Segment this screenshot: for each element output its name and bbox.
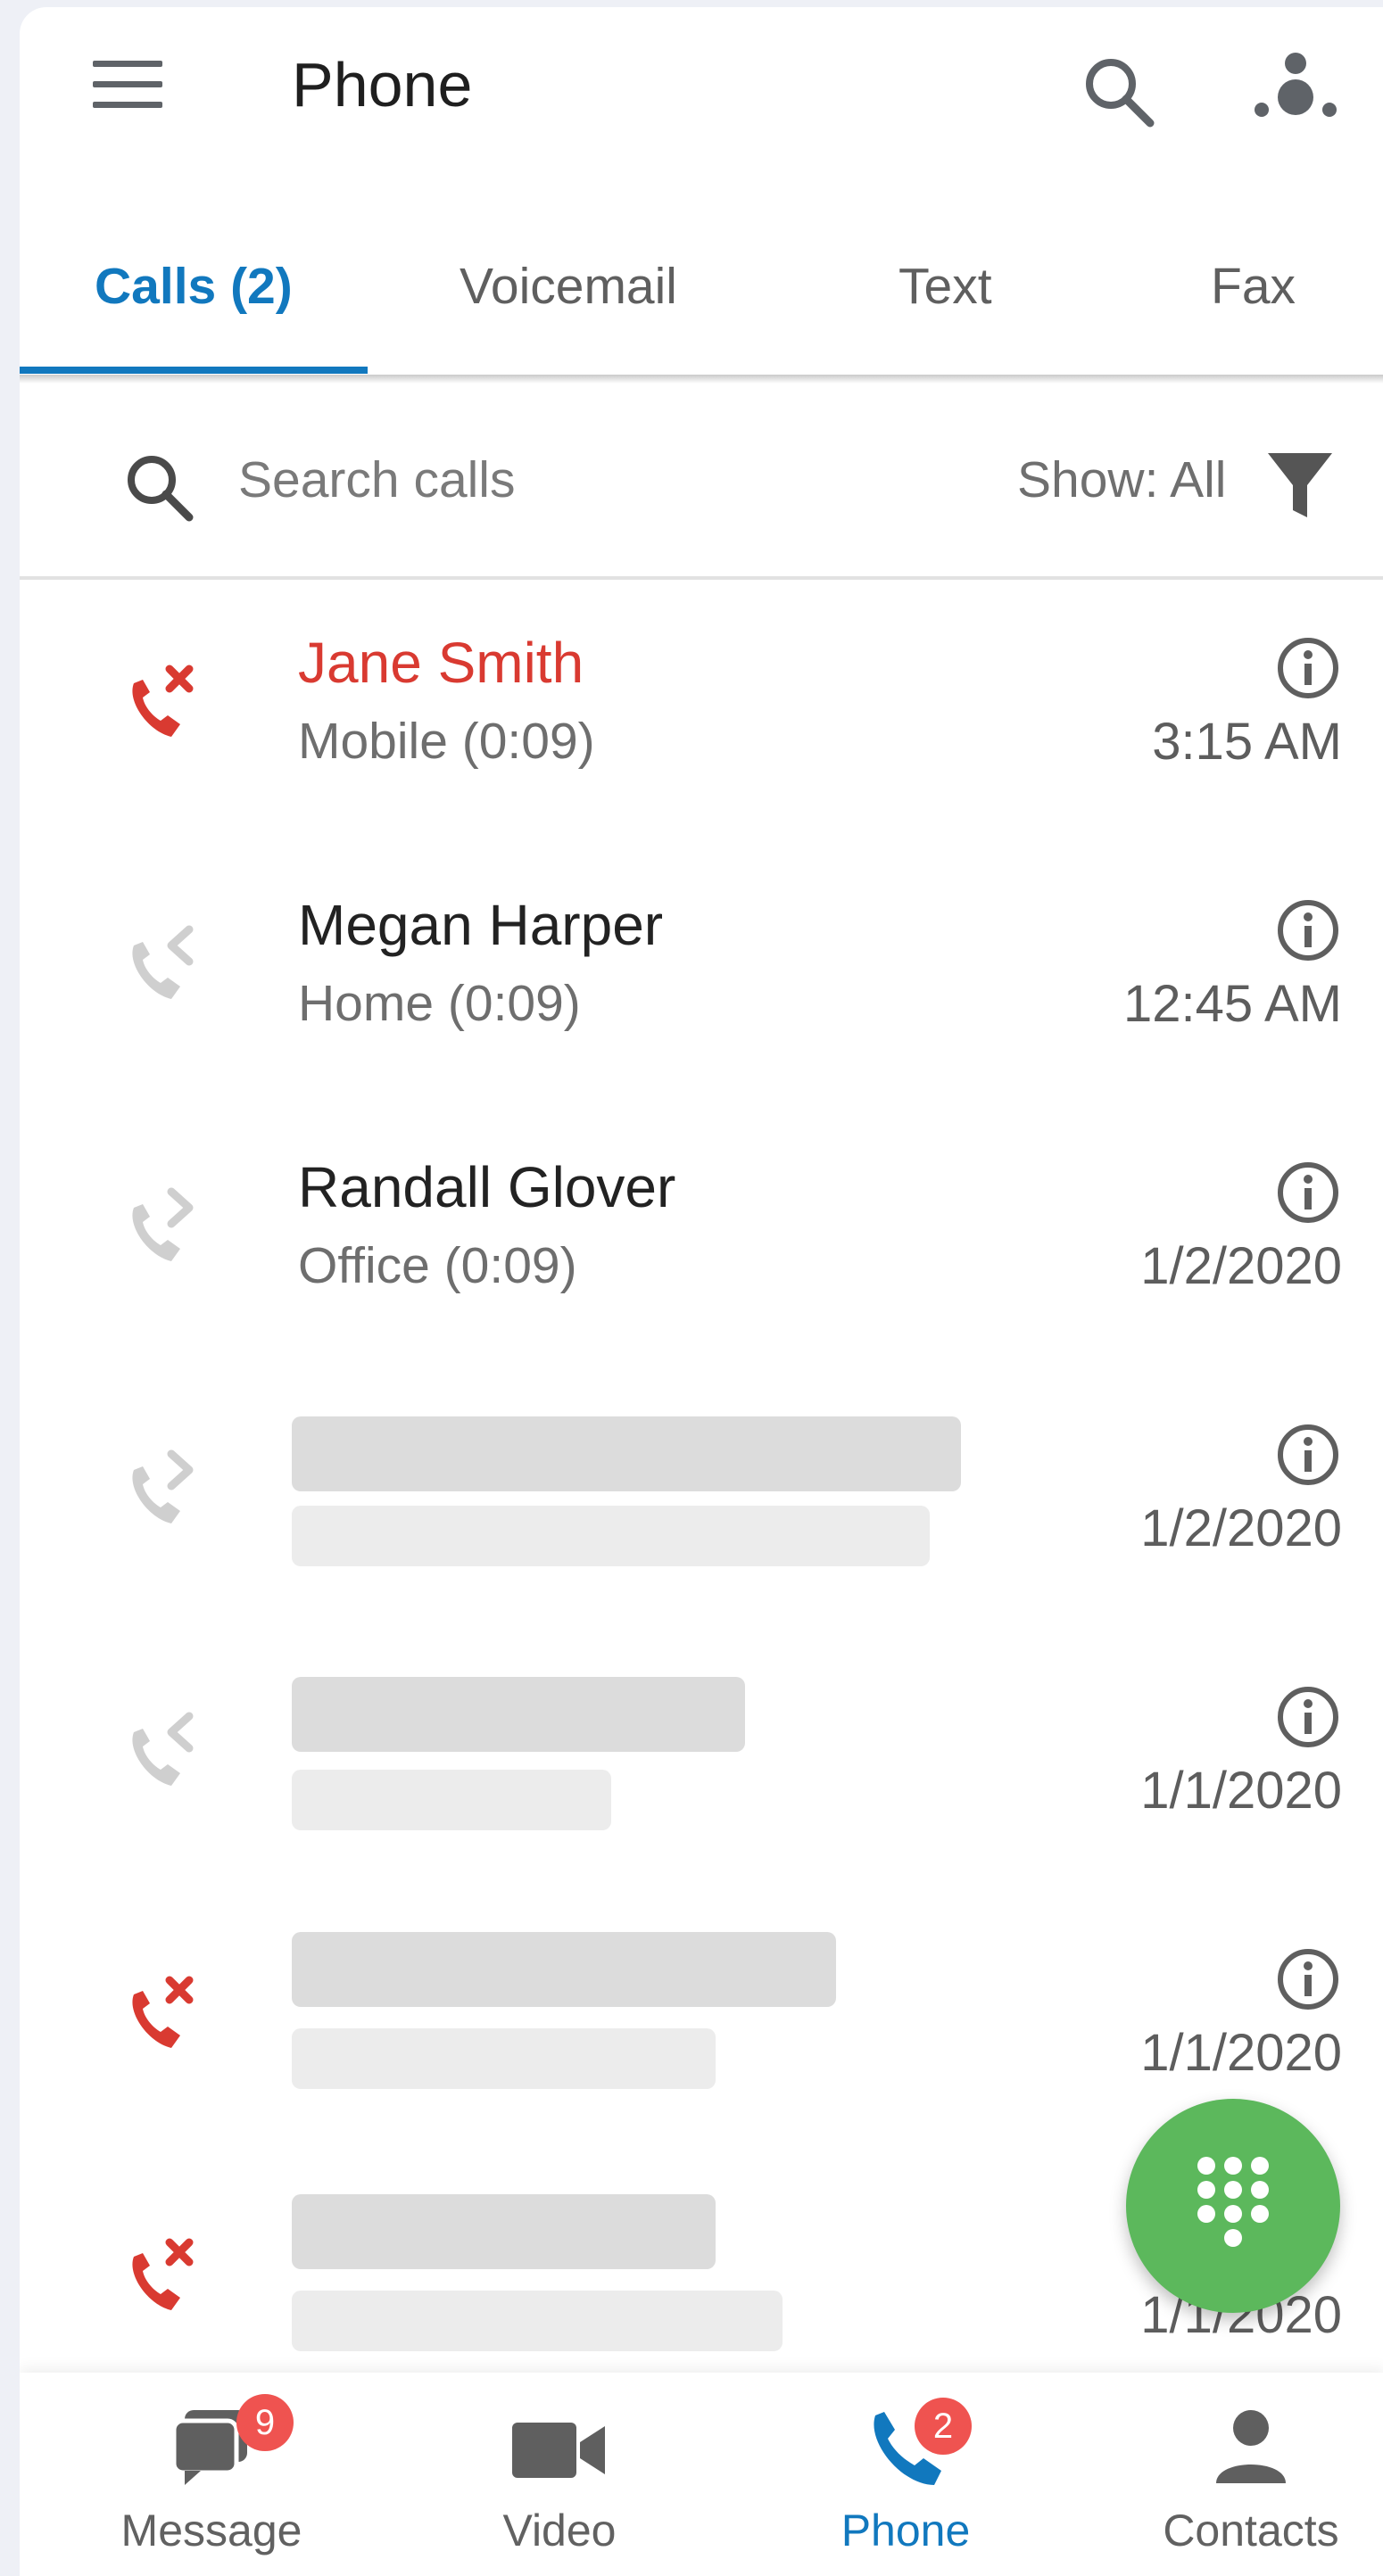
search-calls-input[interactable]: Search calls <box>238 450 515 509</box>
detail-placeholder <box>292 2028 716 2089</box>
info-icon[interactable] <box>1275 1160 1341 1226</box>
name-placeholder <box>292 1416 961 1491</box>
video-icon <box>510 2419 609 2486</box>
nav-phone[interactable]: 2 Phone <box>736 2373 1075 2576</box>
app-bar: Phone <box>20 7 1383 159</box>
call-detail: Home (0:09) <box>298 975 581 1032</box>
tabs-divider <box>20 375 1383 384</box>
nav-contacts[interactable]: Contacts <box>1081 2373 1383 2576</box>
call-time: 1/2/2020 <box>1140 1499 1342 1557</box>
name-placeholder <box>292 2194 716 2269</box>
show-filter-label[interactable]: Show: All <box>1017 450 1226 509</box>
nav-message[interactable]: 9 Message <box>42 2373 381 2576</box>
call-row[interactable]: 1/2/2020 <box>20 1365 1383 1627</box>
message-badge: 9 <box>236 2394 294 2451</box>
caller-name: Randall Glover <box>298 1155 676 1219</box>
contacts-icon <box>1211 2407 1291 2491</box>
call-time: 1/1/2020 <box>1140 1762 1342 1820</box>
call-time: 1/1/2020 <box>1140 2024 1342 2082</box>
call-row[interactable]: Randall Glover Office (0:09) 1/2/2020 <box>20 1102 1383 1365</box>
presence-icon[interactable] <box>1251 47 1340 128</box>
detail-placeholder <box>292 2291 783 2351</box>
call-detail: Office (0:09) <box>298 1237 577 1294</box>
tab-text[interactable]: Text <box>899 257 992 316</box>
menu-icon-line <box>93 61 162 67</box>
call-time: 1/2/2020 <box>1140 1237 1342 1295</box>
info-icon[interactable] <box>1275 635 1341 701</box>
phone-badge: 2 <box>915 2398 972 2455</box>
missed-call-icon <box>118 2232 207 2321</box>
menu-icon-line <box>93 102 162 108</box>
missed-call-icon <box>118 1969 207 2059</box>
call-row[interactable]: Jane Smith Mobile (0:09) 3:15 AM <box>20 578 1383 840</box>
info-icon[interactable] <box>1275 1684 1341 1750</box>
detail-placeholder <box>292 1506 930 1566</box>
page-title: Phone <box>292 50 473 120</box>
call-time: 3:15 AM <box>1152 713 1342 771</box>
info-icon[interactable] <box>1275 897 1341 963</box>
detail-placeholder <box>292 1770 611 1830</box>
dialpad-button[interactable] <box>1126 2099 1340 2313</box>
call-search-bar: Search calls Show: All <box>20 384 1383 580</box>
tab-calls[interactable]: Calls (2) <box>95 257 293 316</box>
dialpad-icon <box>1197 2157 1269 2247</box>
outgoing-call-icon <box>118 1183 207 1272</box>
caller-name: Jane Smith <box>298 631 584 695</box>
bottom-nav: 9 Message Video 2 Phone Contacts <box>20 2373 1383 2576</box>
nav-label: Contacts <box>1163 2506 1339 2555</box>
phone-screen: Phone Calls (2) Voicemail Text Fax Searc… <box>20 7 1383 2576</box>
tab-bar: Calls (2) Voicemail Text Fax <box>20 230 1383 382</box>
filter-icon[interactable] <box>1264 448 1336 524</box>
call-row[interactable]: Megan Harper Home (0:09) 12:45 AM <box>20 840 1383 1102</box>
nav-label: Phone <box>841 2506 971 2555</box>
menu-button[interactable] <box>91 54 166 116</box>
nav-label: Message <box>120 2506 302 2555</box>
search-icon <box>120 448 200 528</box>
call-row[interactable]: 1/1/2020 <box>20 1627 1383 1889</box>
tab-voicemail[interactable]: Voicemail <box>460 257 677 316</box>
incoming-call-icon <box>118 921 207 1010</box>
info-icon[interactable] <box>1275 1422 1341 1488</box>
name-placeholder <box>292 1932 836 2007</box>
call-time: 12:45 AM <box>1122 975 1342 1033</box>
call-row[interactable]: 1/1/2020 <box>20 1889 1383 2151</box>
active-tab-indicator <box>20 367 368 374</box>
info-icon[interactable] <box>1275 1946 1341 2012</box>
name-placeholder <box>292 1677 745 1752</box>
search-icon[interactable] <box>1077 50 1163 136</box>
tab-fax[interactable]: Fax <box>1211 257 1296 316</box>
caller-name: Megan Harper <box>298 893 664 957</box>
nav-video[interactable]: Video <box>390 2373 729 2576</box>
menu-icon-line <box>93 81 162 87</box>
outgoing-call-icon <box>118 1445 207 1534</box>
nav-label: Video <box>502 2506 617 2555</box>
call-detail: Mobile (0:09) <box>298 713 595 770</box>
incoming-call-icon <box>118 1707 207 1796</box>
missed-call-icon <box>118 658 207 747</box>
